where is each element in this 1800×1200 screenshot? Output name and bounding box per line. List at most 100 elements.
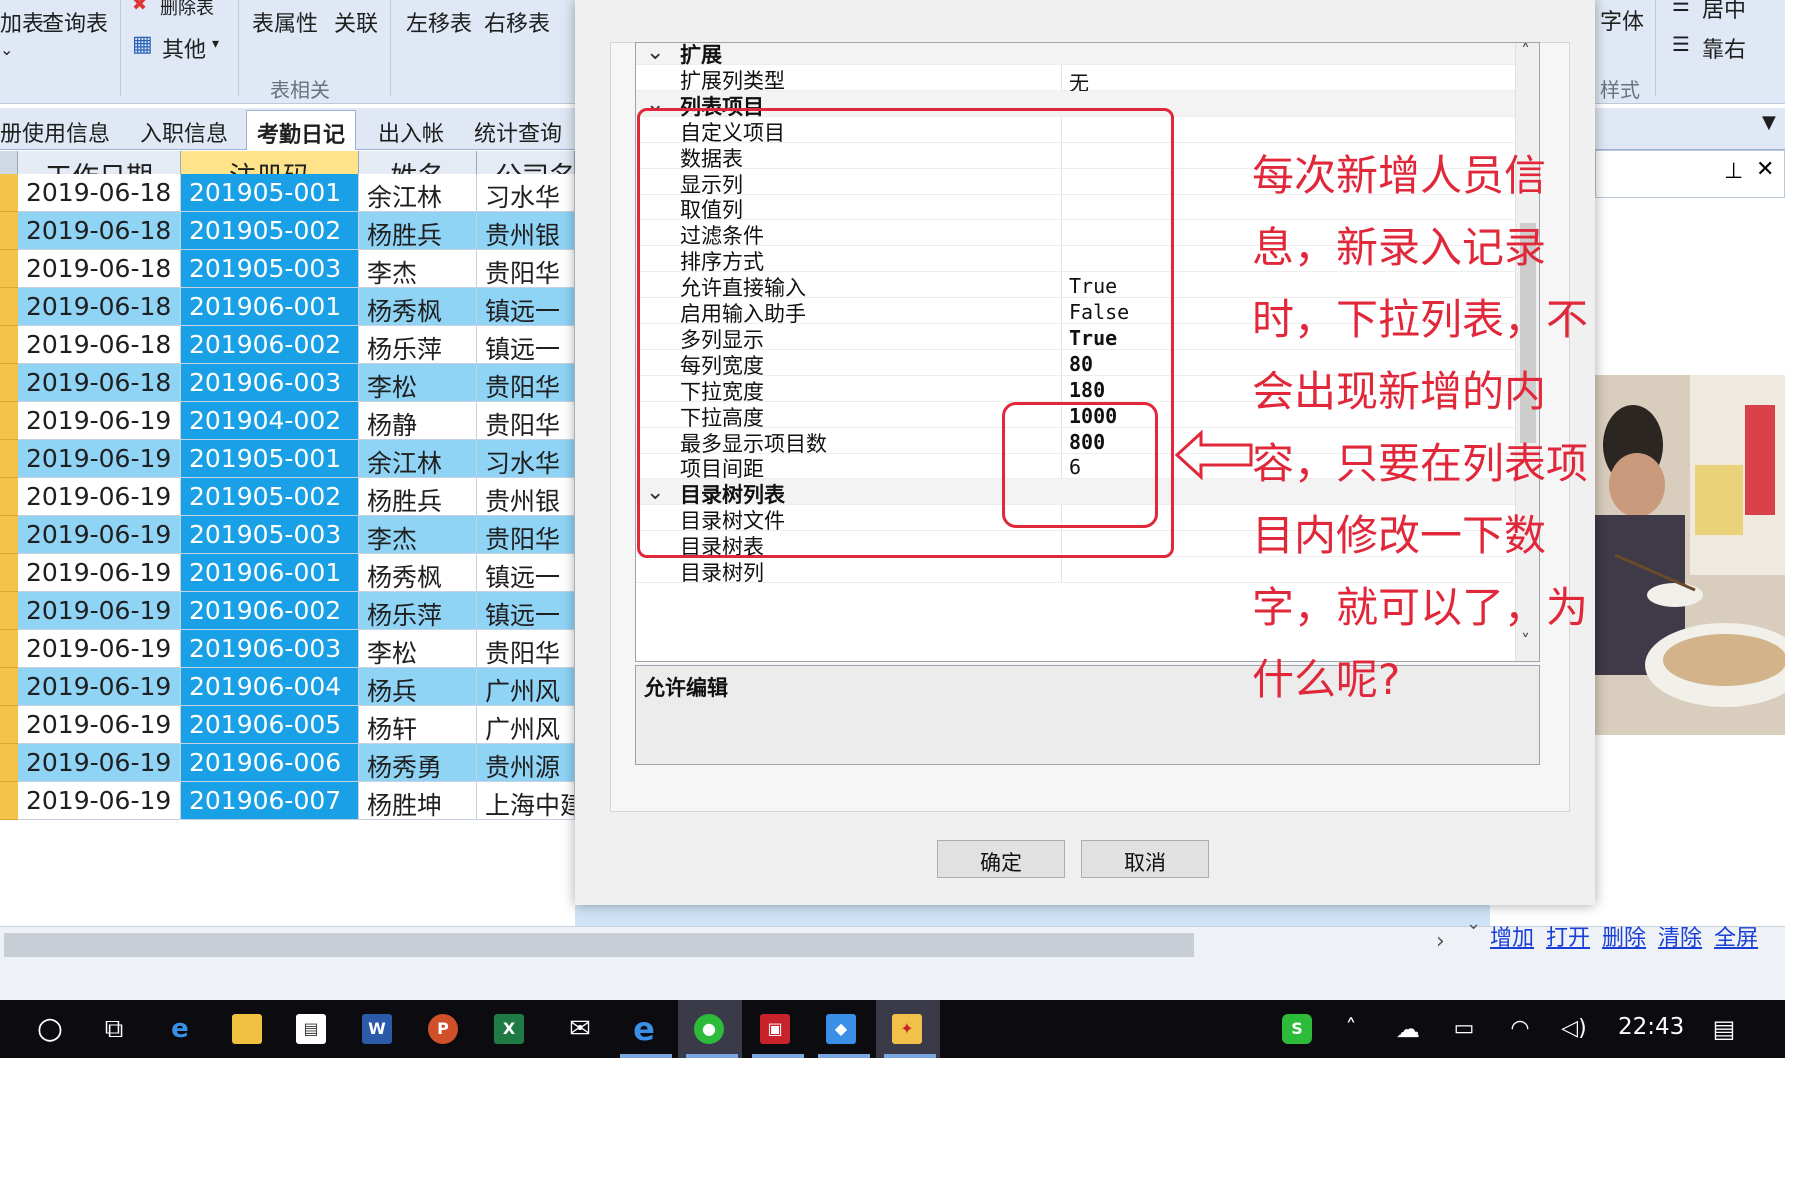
cell-date[interactable]: 2019-06-19 — [18, 478, 181, 516]
pin-icon[interactable]: ⊥ — [1724, 159, 1743, 184]
cell-name[interactable]: 杨秀枫 — [359, 288, 477, 326]
file-explorer-icon[interactable] — [232, 1014, 262, 1044]
row-indicator[interactable] — [0, 478, 18, 516]
cell-company[interactable]: 镇远一 — [477, 288, 575, 326]
volume-icon[interactable]: ◁) — [1556, 1010, 1592, 1048]
cell-name[interactable]: 余江林 — [359, 440, 477, 478]
wechat-icon[interactable]: ● — [694, 1014, 724, 1044]
row-indicator[interactable] — [0, 630, 18, 668]
cell-date[interactable]: 2019-06-19 — [18, 440, 181, 478]
tab-statistics[interactable]: 统计查询 — [474, 116, 562, 148]
table-row[interactable]: 2019-06-19 201906-006 杨秀勇 贵州源 — [0, 744, 575, 782]
table-row[interactable]: 2019-06-18 201905-003 李杰 贵阳华 — [0, 250, 575, 288]
align-right-button[interactable]: 靠右 — [1702, 32, 1746, 64]
move-right-button[interactable]: 右移表 — [484, 6, 550, 38]
row-indicator[interactable] — [0, 174, 18, 212]
cell-regcode[interactable]: 201906-006 — [181, 744, 359, 782]
chevron-down-icon[interactable]: ⌄ — [646, 43, 664, 65]
row-indicator[interactable] — [0, 782, 18, 820]
cell-name[interactable]: 杨轩 — [359, 706, 477, 744]
tab-onboarding-info[interactable]: 入职信息 — [140, 116, 228, 148]
cell-regcode[interactable]: 201905-001 — [181, 440, 359, 478]
cell-date[interactable]: 2019-06-19 — [18, 668, 181, 706]
cell-name[interactable]: 余江林 — [359, 174, 477, 212]
font-button[interactable]: 字体 — [1600, 4, 1644, 36]
scrollbar-thumb[interactable] — [4, 933, 1194, 957]
cell-date[interactable]: 2019-06-19 — [18, 402, 181, 440]
chevron-down-icon[interactable]: ⌄ — [0, 40, 13, 59]
cell-date[interactable]: 2019-06-19 — [18, 782, 181, 820]
cell-date[interactable]: 2019-06-18 — [18, 364, 181, 402]
cell-company[interactable]: 贵阳华 — [477, 630, 575, 668]
cell-name[interactable]: 杨胜兵 — [359, 212, 477, 250]
cell-company[interactable]: 贵阳华 — [477, 250, 575, 288]
cell-name[interactable]: 杨胜兵 — [359, 478, 477, 516]
table-row[interactable]: 2019-06-18 201905-001 余江林 习水华 — [0, 174, 575, 212]
cell-regcode[interactable]: 201905-002 — [181, 212, 359, 250]
cell-name[interactable]: 杨乐萍 — [359, 326, 477, 364]
row-indicator[interactable] — [0, 250, 18, 288]
cell-name[interactable]: 杨兵 — [359, 668, 477, 706]
cell-name[interactable]: 李松 — [359, 630, 477, 668]
cell-company[interactable]: 广州风 — [477, 668, 575, 706]
query-table-button[interactable]: 查询表 — [42, 6, 108, 38]
app-active-icon[interactable]: ✦ — [892, 1014, 922, 1044]
cell-company[interactable]: 贵阳华 — [477, 516, 575, 554]
row-indicator[interactable] — [0, 668, 18, 706]
search-circle-icon[interactable]: ○ — [30, 1010, 70, 1048]
table-row[interactable]: 2019-06-19 201904-002 杨静 贵阳华 — [0, 402, 575, 440]
row-indicator[interactable] — [0, 402, 18, 440]
clock[interactable]: 22:43 — [1618, 1014, 1684, 1040]
row-indicator[interactable] — [0, 592, 18, 630]
cell-company[interactable]: 广州风 — [477, 706, 575, 744]
cell-date[interactable]: 2019-06-18 — [18, 174, 181, 212]
cell-regcode[interactable]: 201905-002 — [181, 478, 359, 516]
row-indicator[interactable] — [0, 364, 18, 402]
row-indicator[interactable] — [0, 516, 18, 554]
cell-date[interactable]: 2019-06-19 — [18, 516, 181, 554]
cell-regcode[interactable]: 201906-002 — [181, 592, 359, 630]
word-icon[interactable]: W — [362, 1014, 392, 1044]
cell-date[interactable]: 2019-06-19 — [18, 744, 181, 782]
table-row[interactable]: 2019-06-19 201905-001 余江林 习水华 — [0, 440, 575, 478]
excel-icon[interactable]: X — [494, 1014, 524, 1044]
tab-cash-in-out[interactable]: 出入帐 — [378, 116, 444, 148]
cell-company[interactable]: 贵州银 — [477, 212, 575, 250]
scroll-up-icon[interactable]: ˄ — [1521, 43, 1530, 62]
open-link[interactable]: 打开 — [1546, 926, 1590, 951]
cell-date[interactable]: 2019-06-18 — [18, 326, 181, 364]
row-indicator[interactable] — [0, 326, 18, 364]
store-icon[interactable]: ▤ — [296, 1014, 326, 1044]
cell-company[interactable]: 习水华 — [477, 440, 575, 478]
table-row[interactable]: 2019-06-19 201906-002 杨乐萍 镇远一 — [0, 592, 575, 630]
cell-company[interactable]: 习水华 — [477, 174, 575, 212]
table-row[interactable]: 2019-06-18 201906-001 杨秀枫 镇远一 — [0, 288, 575, 326]
cell-date[interactable]: 2019-06-18 — [18, 250, 181, 288]
close-icon[interactable]: ✕ — [1756, 157, 1774, 182]
cell-company[interactable]: 镇远一 — [477, 554, 575, 592]
input-method-icon[interactable]: S — [1282, 1014, 1312, 1044]
property-row[interactable]: 扩展列类型无 — [636, 65, 1516, 95]
table-row[interactable]: 2019-06-19 201905-002 杨胜兵 贵州银 — [0, 478, 575, 516]
row-indicator[interactable] — [0, 440, 18, 478]
table-row[interactable]: 2019-06-18 201906-002 杨乐萍 镇远一 — [0, 326, 575, 364]
task-view-icon[interactable]: ⧉ — [94, 1010, 134, 1048]
cell-regcode[interactable]: 201904-002 — [181, 402, 359, 440]
delete-table-button[interactable]: 删除表 — [160, 0, 214, 20]
cell-regcode[interactable]: 201906-003 — [181, 364, 359, 402]
row-indicator[interactable] — [0, 288, 18, 326]
cell-date[interactable]: 2019-06-19 — [18, 706, 181, 744]
notification-icon[interactable]: ▤ — [1706, 1010, 1742, 1048]
cell-company[interactable]: 镇远一 — [477, 592, 575, 630]
cell-name[interactable]: 杨静 — [359, 402, 477, 440]
table-row[interactable]: 2019-06-18 201905-002 杨胜兵 贵州银 — [0, 212, 575, 250]
scroll-down-icon[interactable]: ⌄ — [1466, 913, 1481, 934]
move-left-button[interactable]: 左移表 — [406, 6, 472, 38]
cell-date[interactable]: 2019-06-19 — [18, 630, 181, 668]
cell-date[interactable]: 2019-06-18 — [18, 212, 181, 250]
cell-company[interactable]: 贵州源 — [477, 744, 575, 782]
cell-name[interactable]: 李杰 — [359, 250, 477, 288]
cell-regcode[interactable]: 201905-001 — [181, 174, 359, 212]
cloud-icon[interactable]: ☁ — [1390, 1010, 1426, 1048]
table-row[interactable]: 2019-06-19 201905-003 李杰 贵阳华 — [0, 516, 575, 554]
